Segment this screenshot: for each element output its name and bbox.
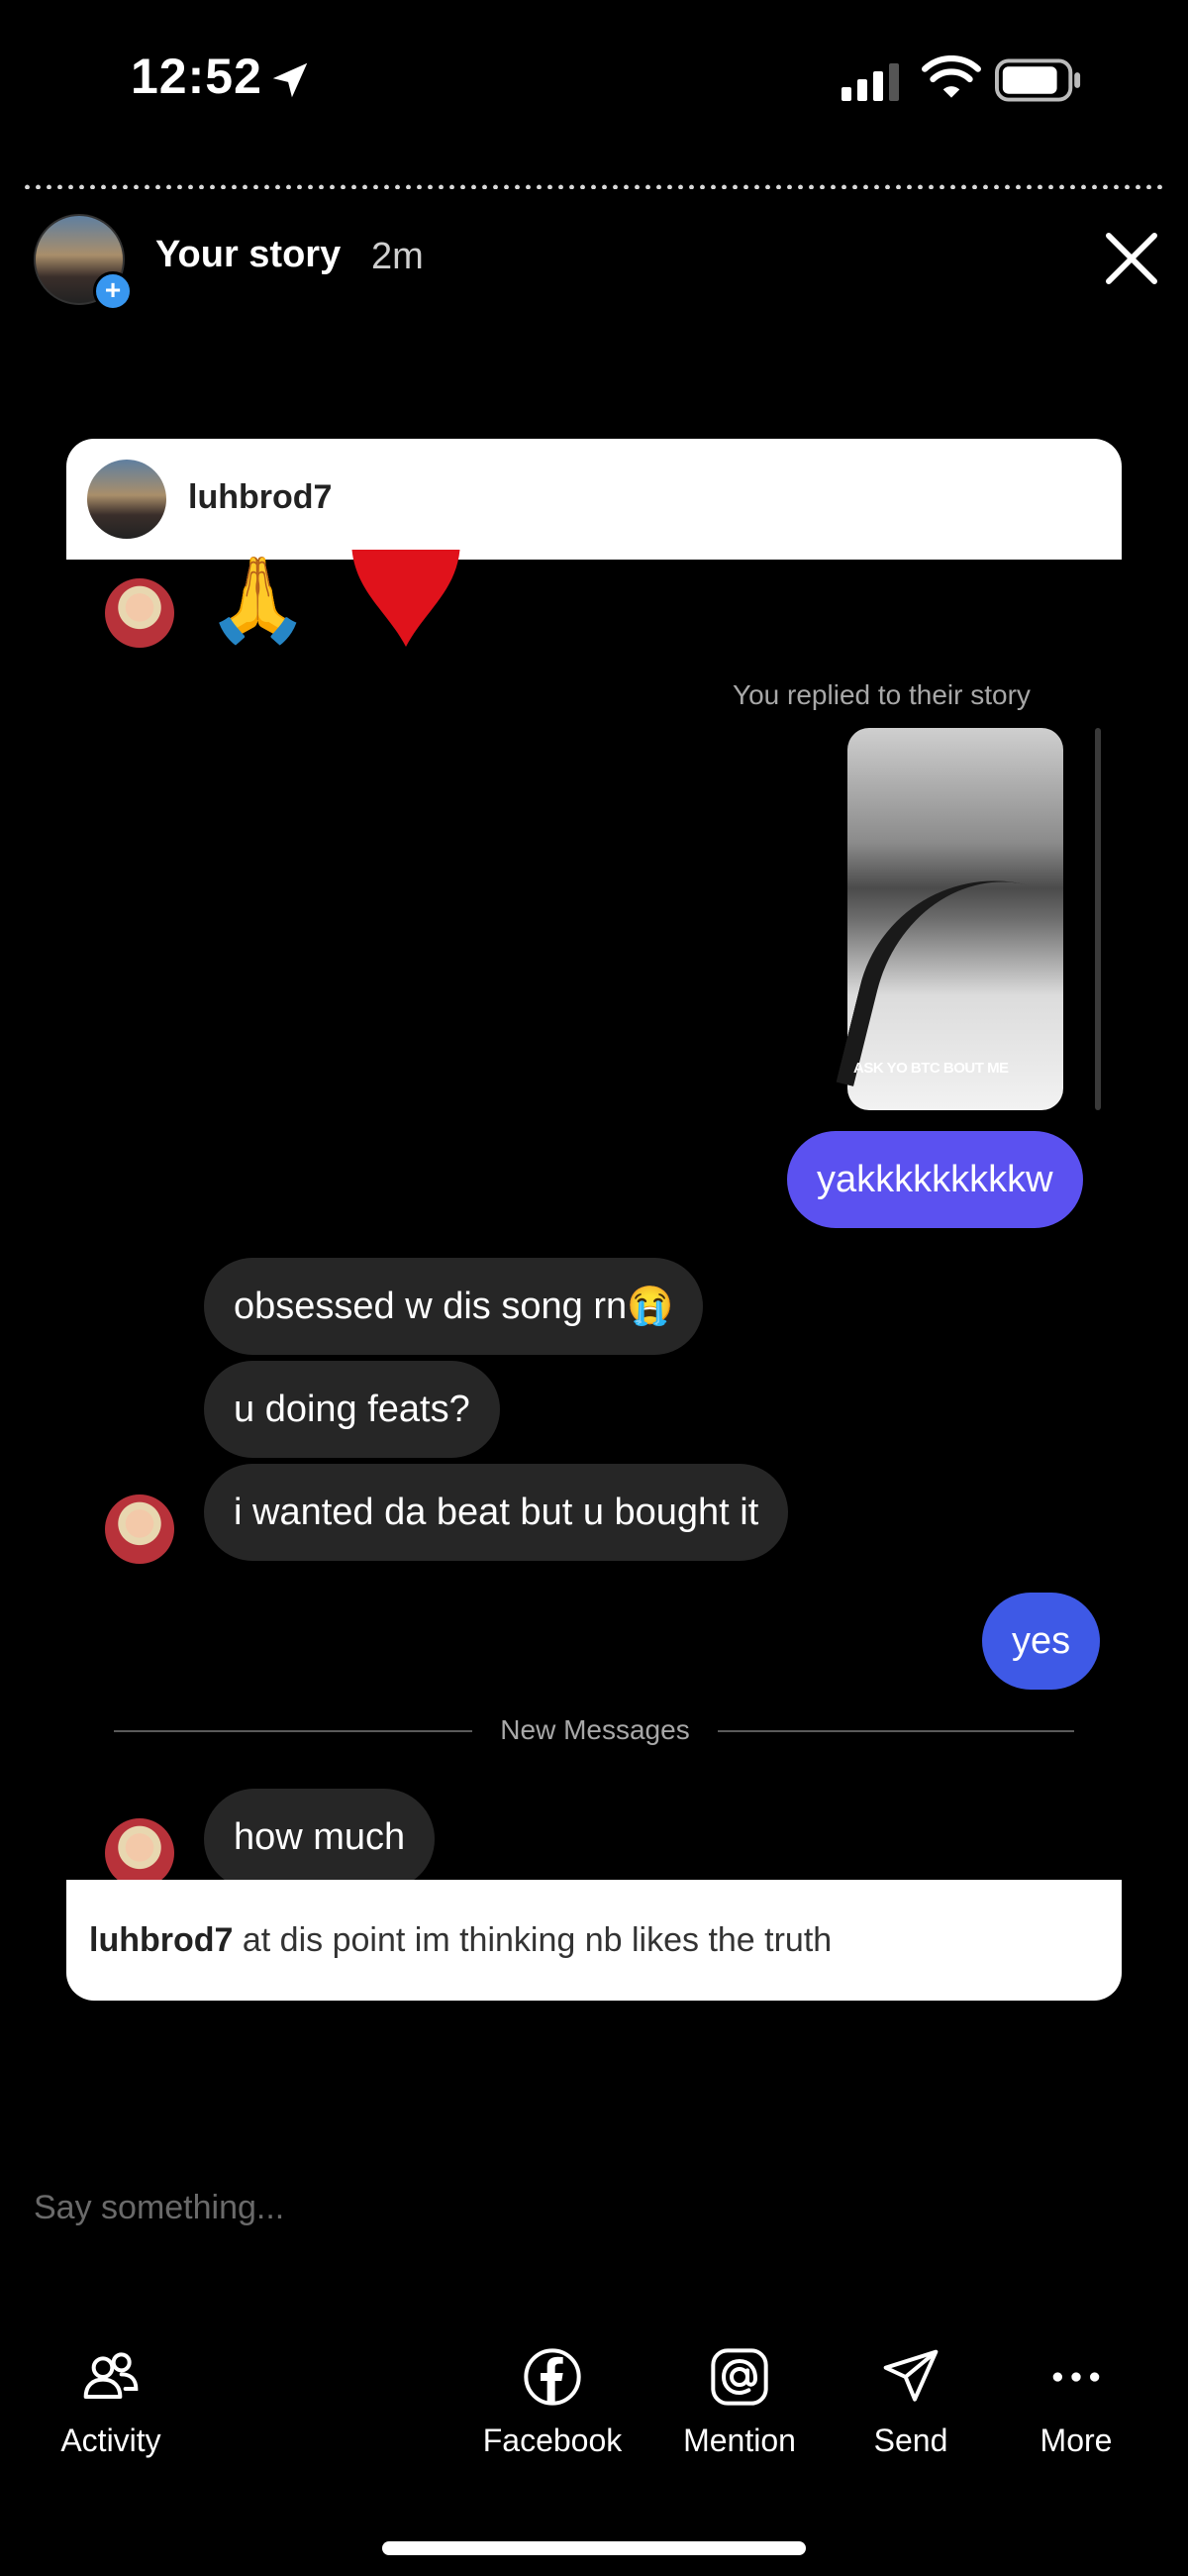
more-label: More — [1040, 2422, 1113, 2458]
send-button[interactable]: Send — [837, 2345, 985, 2459]
message-bubble-received: u doing feats? — [204, 1361, 500, 1458]
new-messages-divider: New Messages — [500, 1714, 690, 1745]
reply-to-story-label: You replied to their story — [733, 679, 1031, 710]
activity-label: Activity — [60, 2422, 161, 2458]
status-time: 12:52 — [131, 49, 262, 104]
divider-line — [114, 1730, 472, 1732]
message-bubble-received: obsessed w dis song rn😭 — [204, 1258, 704, 1355]
story-thumbnail-caption: ASK YO BTC BOUT ME — [853, 1060, 1009, 1077]
mention-label: Mention — [683, 2422, 796, 2458]
footer-username: luhbrod7 — [89, 1921, 234, 1959]
add-story-plus-icon[interactable]: + — [93, 271, 133, 311]
sender-avatar — [105, 1818, 174, 1888]
wifi-icon — [922, 55, 981, 98]
cellular-signal-icon — [842, 63, 899, 101]
home-indicator[interactable] — [382, 2541, 806, 2555]
location-arrow-icon — [272, 62, 308, 98]
red-heart-icon — [351, 550, 460, 647]
divider-line — [718, 1730, 1074, 1732]
sender-avatar — [105, 1494, 174, 1564]
story-timestamp: 2m — [371, 236, 424, 277]
mention-icon — [711, 2348, 768, 2406]
story-title: Your story — [155, 234, 342, 275]
mention-button[interactable]: Mention — [665, 2345, 814, 2459]
send-icon — [883, 2349, 939, 2402]
message-bubble-received: i wanted da beat but u bought it — [204, 1464, 789, 1561]
message-bubble-sent: yes — [982, 1593, 1101, 1690]
message-bubble-sent: yakkkkkkkkkw — [787, 1131, 1083, 1228]
activity-icon — [83, 2352, 139, 2399]
more-dots-icon — [1052, 2372, 1100, 2382]
facebook-label: Facebook — [482, 2422, 623, 2458]
facebook-icon — [524, 2348, 581, 2406]
battery-icon — [995, 58, 1081, 102]
facebook-button[interactable]: Facebook — [478, 2345, 627, 2459]
dm-username: luhbrod7 — [188, 478, 333, 516]
praying-hands-icon: 🙏 — [206, 553, 310, 646]
sender-avatar — [105, 578, 174, 648]
story-progress-bar — [22, 184, 1166, 189]
send-label: Send — [873, 2422, 948, 2458]
footer-message: at dis point im thinking nb likes the tr… — [233, 1921, 833, 1959]
dm-card-footer-text: luhbrod7 at dis point im thinking nb lik… — [89, 1921, 832, 1960]
thumbnail-scrollbar — [1095, 728, 1101, 1110]
message-bubble-received: how much — [204, 1789, 436, 1890]
more-button[interactable]: More — [1002, 2345, 1150, 2459]
say-something-input[interactable]: Say something... — [34, 2189, 284, 2227]
dm-avatar — [87, 460, 166, 539]
close-icon[interactable] — [1099, 226, 1164, 291]
activity-button[interactable]: Activity — [37, 2345, 185, 2459]
